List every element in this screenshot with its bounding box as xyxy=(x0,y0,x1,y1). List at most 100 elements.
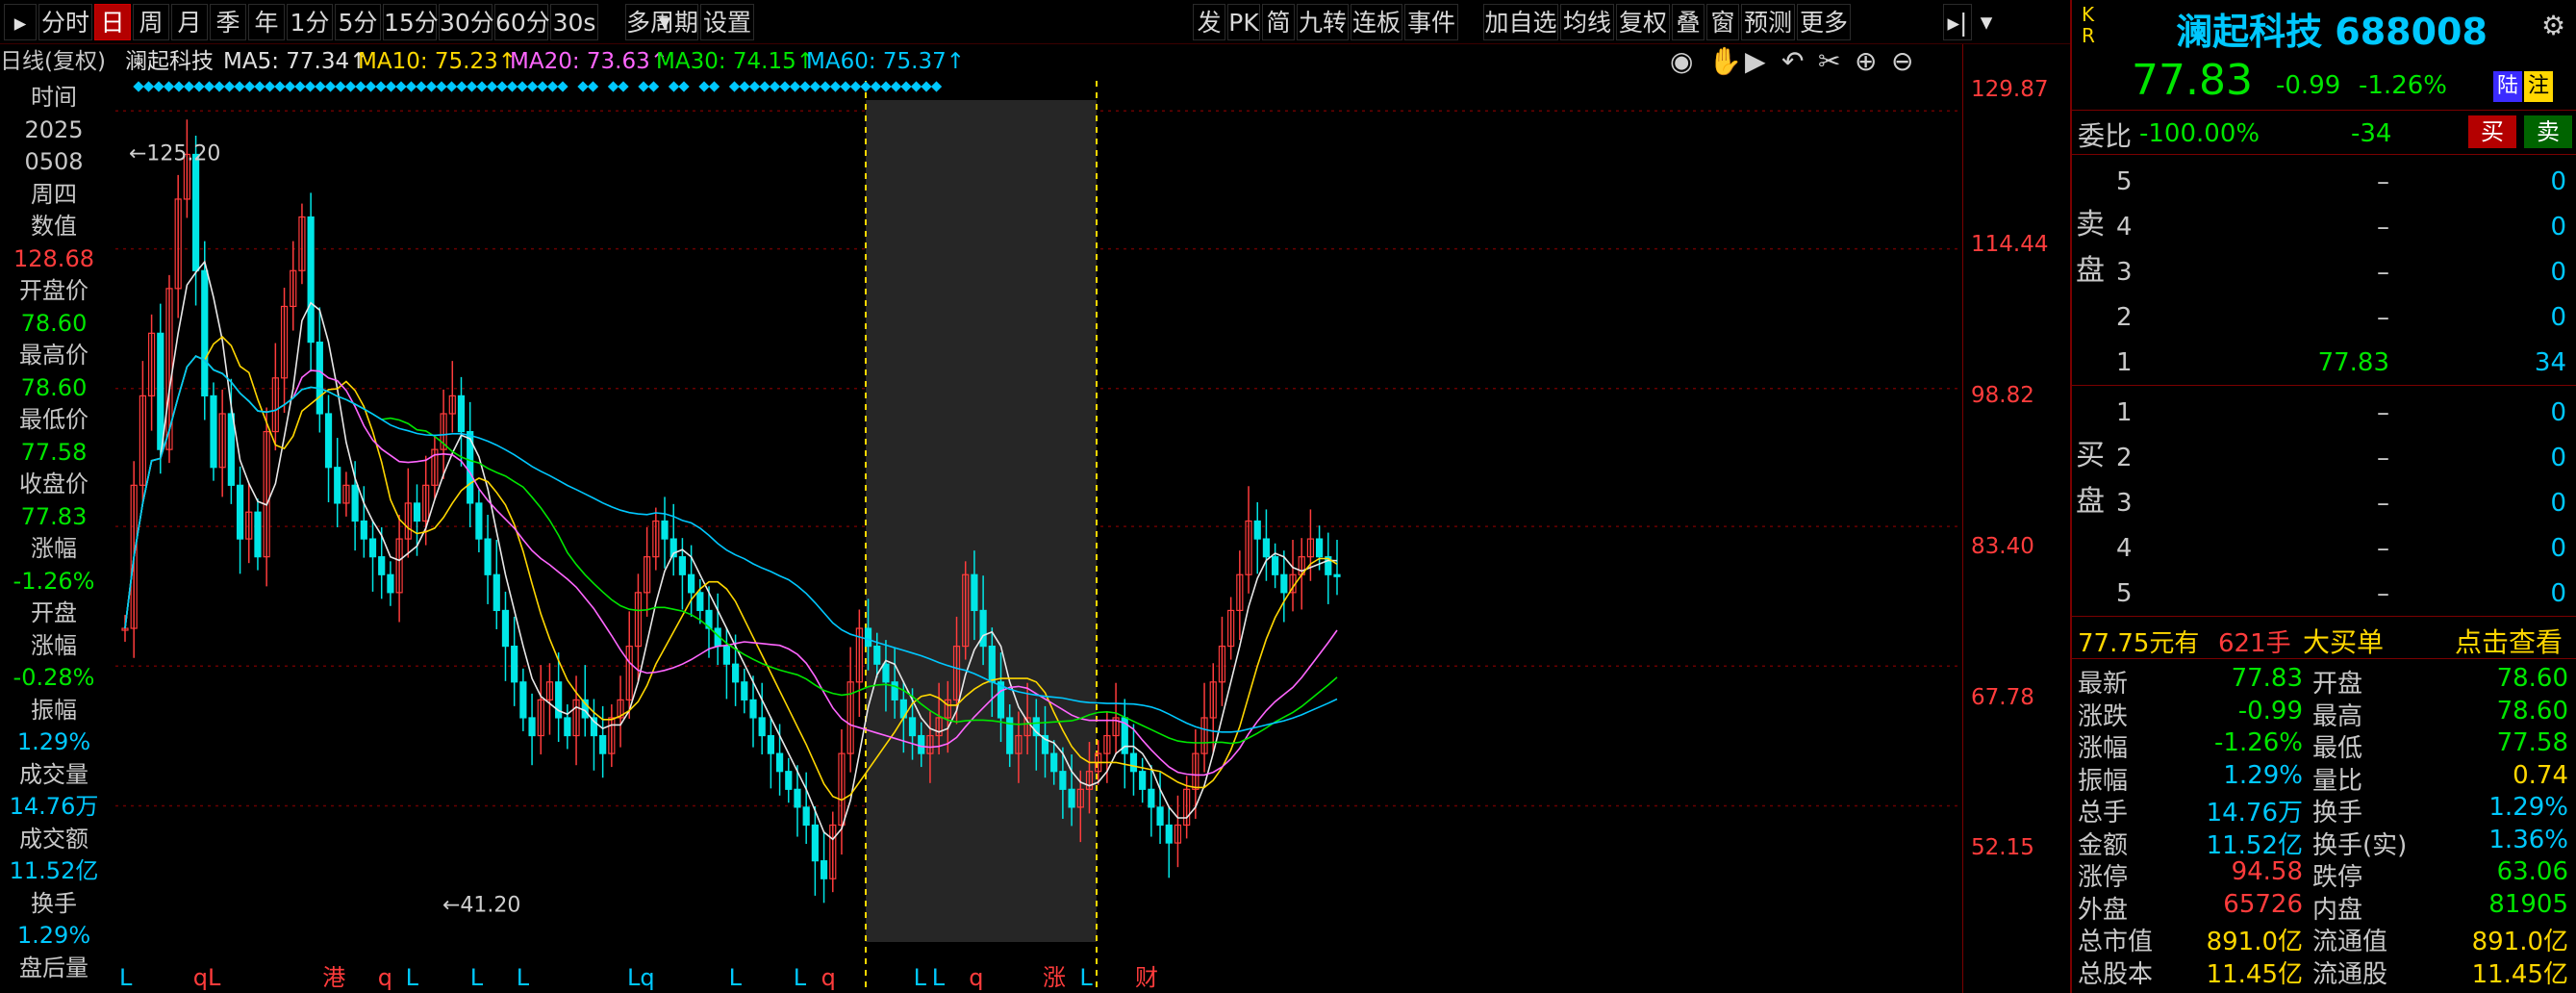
buy-row[interactable]: 2 – 0 xyxy=(2072,436,2576,480)
toolbar-right-btn-4[interactable]: 连板 xyxy=(1351,4,1402,40)
toolbar-right-btn-9[interactable]: 叠 xyxy=(1672,4,1705,40)
stat-label: 跌停 xyxy=(2312,863,2363,892)
sell-row[interactable]: 2 – 0 xyxy=(2072,295,2576,340)
level-volume: 0 xyxy=(2550,167,2566,196)
candle-body xyxy=(157,332,164,450)
event-diamond xyxy=(678,81,690,92)
candle-body xyxy=(413,502,421,522)
level-number: 5 xyxy=(2116,579,2133,608)
candle-body xyxy=(1156,806,1164,827)
toolbar-btn-2[interactable]: 周 xyxy=(133,4,169,40)
price-tick: 83.40 xyxy=(1971,534,2034,559)
zoom-out-icon[interactable]: ⊖ xyxy=(1891,44,1913,79)
stat-label: 总市值 xyxy=(2078,928,2154,956)
buy-row[interactable]: 4 – 0 xyxy=(2072,526,2576,571)
window-nav-icon[interactable]: ▸| xyxy=(1943,4,1972,40)
candle-body xyxy=(201,269,209,396)
toolbar-btn-3[interactable]: 月 xyxy=(171,4,208,40)
ma5-line xyxy=(124,260,1338,841)
buy-row[interactable]: 3 – 0 xyxy=(2072,481,2576,525)
event-diamond xyxy=(668,81,680,92)
toolbar-btn-0[interactable]: 分时 xyxy=(38,4,92,40)
toolbar-right-btn-8[interactable]: 复权 xyxy=(1616,4,1670,40)
kline-chart[interactable]: ←125.20←41.20L qL 港 q L L L Lq L Lq L Lq 涨 L 财 xyxy=(115,81,1962,990)
toolbar-btn-7[interactable]: 5分 xyxy=(335,4,381,40)
event-diamond xyxy=(254,81,265,92)
ma60-line xyxy=(124,355,1338,733)
toolbar-right-btn-2[interactable]: 简 xyxy=(1262,4,1295,40)
candle-body xyxy=(722,646,731,665)
candle-body xyxy=(1050,752,1058,773)
buy-row[interactable]: 1 – 0 xyxy=(2072,391,2576,435)
event-marker: L xyxy=(914,964,927,990)
toolbar-btn-5[interactable]: 年 xyxy=(248,4,285,40)
buy-row[interactable]: 5 – 0 xyxy=(2072,572,2576,616)
level-price: – xyxy=(2377,579,2389,608)
toolbar-btn-9[interactable]: 30分 xyxy=(439,4,494,40)
ma10-line xyxy=(124,336,1338,802)
toolbar-btn-8[interactable]: 15分 xyxy=(383,4,439,40)
level-volume: 34 xyxy=(2534,348,2566,377)
toolbar-right-btn-1[interactable]: PK xyxy=(1227,4,1260,40)
hand-icon[interactable]: ✋ xyxy=(1708,44,1742,79)
event-diamond xyxy=(203,81,215,92)
level-price: – xyxy=(2377,213,2389,242)
event-diamond xyxy=(748,81,761,92)
toolbar-btn-4[interactable]: 季 xyxy=(210,4,246,40)
toolbar-right-btn-3[interactable]: 九转 xyxy=(1297,4,1349,40)
candle-body xyxy=(254,511,262,558)
zoom-in-icon[interactable]: ⊕ xyxy=(1855,44,1877,79)
level-volume: 0 xyxy=(2550,303,2566,332)
toolbar-btn-10[interactable]: 60分 xyxy=(494,4,550,40)
more-dropdown-icon[interactable]: ▾ xyxy=(1974,4,1999,40)
toolbar-btn-13[interactable]: 设置 xyxy=(700,4,754,40)
zhu-tag[interactable]: 注 xyxy=(2524,71,2553,102)
toolbar-right-btn-12[interactable]: 更多 xyxy=(1797,4,1851,40)
ma5-label: MA5: 77.34↑ xyxy=(223,49,368,74)
toolbar-right-btn-10[interactable]: 窗 xyxy=(1706,4,1739,40)
toolbar-btn-1[interactable]: 日 xyxy=(94,4,131,40)
price-change: -0.99 xyxy=(2276,71,2341,100)
candle-body xyxy=(307,216,315,344)
event-diamond xyxy=(647,81,660,92)
scissors-icon[interactable]: ✂ xyxy=(1818,44,1840,79)
settings-gear-icon[interactable]: ⚙ xyxy=(2541,10,2565,41)
lu-tag[interactable]: 陆 xyxy=(2493,71,2522,102)
sell-row[interactable]: 1 77.83 34 xyxy=(2072,341,2576,385)
sell-button[interactable]: 卖 xyxy=(2524,115,2572,148)
bigorder-link[interactable]: 点击查看 xyxy=(2455,622,2563,660)
candle-body xyxy=(324,413,333,469)
toolbar-btn-11[interactable]: 30s xyxy=(550,4,598,40)
stat-value: 1.29% xyxy=(2223,760,2303,790)
eye-icon[interactable]: ◉ xyxy=(1670,44,1693,79)
candle-body xyxy=(387,573,394,594)
undo-icon[interactable]: ↶ xyxy=(1781,44,1804,79)
sell-row[interactable]: 4 – 0 xyxy=(2072,205,2576,249)
data-col-item: 数值 xyxy=(31,213,77,240)
toolbar-btn-6[interactable]: 1分 xyxy=(287,4,333,40)
toolbar-right-btn-11[interactable]: 预测 xyxy=(1741,4,1795,40)
toolbar-right-btn-0[interactable]: 发 xyxy=(1193,4,1225,40)
toolbar-right-btn-7[interactable]: 均线 xyxy=(1560,4,1614,40)
stat-value: 78.60 xyxy=(2496,696,2568,726)
buy-button[interactable]: 买 xyxy=(2468,115,2516,148)
period-label[interactable]: 日线(复权) xyxy=(0,44,106,79)
event-diamond xyxy=(526,81,539,92)
play-icon[interactable]: ▶ xyxy=(1745,44,1766,79)
candle-body xyxy=(227,413,235,486)
toolbar-right-btn-6[interactable]: 加自选 xyxy=(1483,4,1558,40)
collapse-icon[interactable]: ▸ xyxy=(4,4,37,40)
event-diamond xyxy=(385,81,397,92)
event-diamond xyxy=(698,81,710,92)
event-diamond xyxy=(870,81,882,92)
sell-row[interactable]: 3 – 0 xyxy=(2072,250,2576,294)
level-price: – xyxy=(2377,303,2389,332)
toolbar-right-btn-5[interactable]: 事件 xyxy=(1404,4,1458,40)
candle-body xyxy=(775,752,784,773)
dropdown-icon[interactable]: ▾ xyxy=(654,4,675,40)
event-marker: 财 xyxy=(1135,964,1158,990)
event-diamond xyxy=(284,81,296,92)
level-number: 3 xyxy=(2116,258,2133,287)
level-price: – xyxy=(2377,167,2389,196)
sell-row[interactable]: 5 – 0 xyxy=(2072,160,2576,204)
